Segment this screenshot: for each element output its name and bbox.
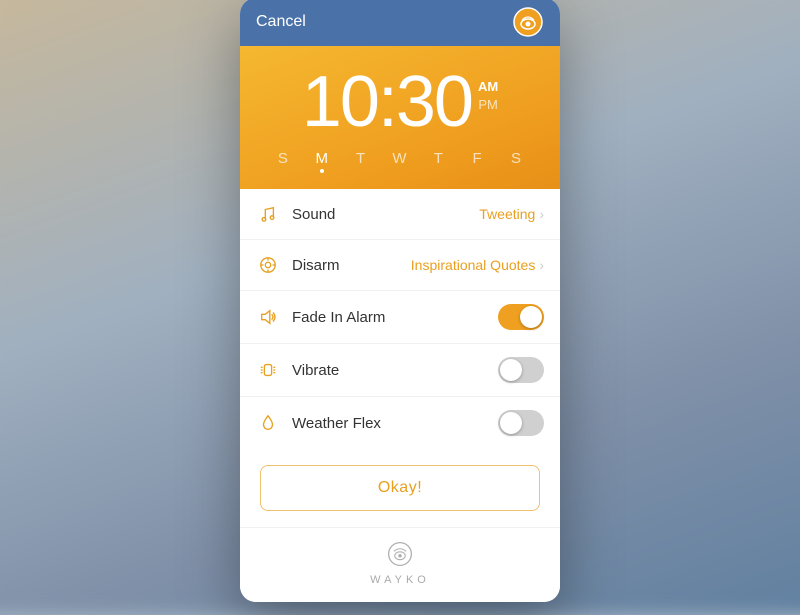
vibrate-toggle[interactable] — [498, 357, 544, 383]
day-sat[interactable]: S — [502, 150, 530, 173]
fade-row: Fade In Alarm — [240, 291, 560, 344]
wayko-logo-icon — [386, 540, 414, 568]
day-thu[interactable]: T — [425, 150, 453, 173]
sound-label: Sound — [292, 206, 479, 223]
vibrate-row: Vibrate — [240, 344, 560, 397]
vibrate-toggle-knob — [500, 359, 522, 381]
disarm-row[interactable]: Disarm Inspirational Quotes › — [240, 240, 560, 291]
weather-toggle[interactable] — [498, 410, 544, 436]
disarm-label: Disarm — [292, 257, 411, 274]
time-section: 10:30 AM PM S M T W T F S — [240, 46, 560, 189]
day-fri[interactable]: F — [464, 150, 492, 173]
disarm-value: Inspirational Quotes — [411, 257, 536, 273]
volume-icon — [256, 305, 280, 329]
day-sun[interactable]: S — [269, 150, 297, 173]
okay-button[interactable]: Okay! — [260, 465, 540, 511]
pm-button[interactable]: PM — [478, 96, 498, 114]
sound-value: Tweeting — [479, 206, 535, 222]
okay-section: Okay! — [240, 449, 560, 527]
eye-icon-header — [512, 6, 544, 38]
footer: WAYKO — [240, 527, 560, 602]
time-value[interactable]: 10:30 — [302, 66, 472, 138]
day-tue[interactable]: T — [347, 150, 375, 173]
disarm-chevron: › — [539, 257, 544, 273]
am-button[interactable]: AM — [478, 78, 498, 96]
weather-row: Weather Flex — [240, 397, 560, 449]
weather-label: Weather Flex — [292, 415, 498, 432]
phone-card: Cancel 10:30 AM PM S M T W T F — [240, 0, 560, 602]
header-bar: Cancel — [240, 0, 560, 46]
vibrate-label: Vibrate — [292, 362, 498, 379]
weather-toggle-knob — [500, 412, 522, 434]
music-icon — [256, 202, 280, 226]
vibrate-icon — [256, 358, 280, 382]
day-wed[interactable]: W — [386, 150, 414, 173]
days-row: S M T W T F S — [256, 150, 544, 173]
sound-row[interactable]: Sound Tweeting › — [240, 189, 560, 240]
fade-toggle-knob — [520, 306, 542, 328]
weather-icon — [256, 411, 280, 435]
sound-chevron: › — [539, 206, 544, 222]
fade-toggle[interactable] — [498, 304, 544, 330]
time-display: 10:30 AM PM — [256, 66, 544, 138]
fade-label: Fade In Alarm — [292, 309, 498, 326]
brand-label: WAYKO — [370, 574, 430, 586]
cancel-button[interactable]: Cancel — [256, 13, 306, 31]
ampm-stack: AM PM — [472, 66, 498, 114]
day-mon[interactable]: M — [308, 150, 336, 173]
settings-list: Sound Tweeting › Disarm Inspirational Qu… — [240, 189, 560, 449]
disarm-icon — [256, 253, 280, 277]
